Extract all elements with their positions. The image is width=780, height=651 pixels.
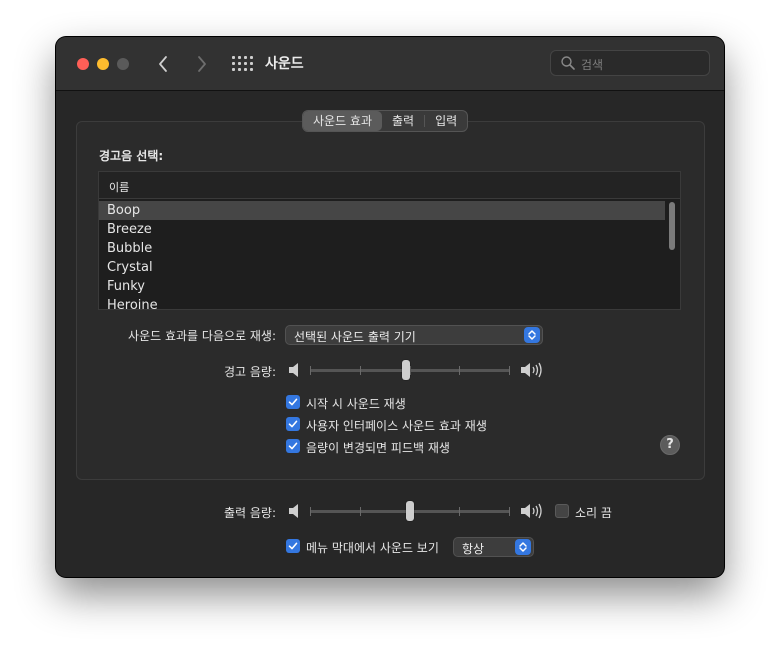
output-volume-slider[interactable] bbox=[310, 501, 510, 521]
list-item[interactable]: Funky bbox=[99, 277, 665, 296]
sound-preferences-window: 사운드 검색 사운드 효과 출력 입력 경고음 선택: 이름 Boop Bree… bbox=[56, 37, 724, 577]
checkmark-icon bbox=[288, 442, 298, 450]
checkmark-icon bbox=[288, 398, 298, 406]
search-field[interactable]: 검색 bbox=[550, 50, 710, 76]
tab-sound-effects[interactable]: 사운드 효과 bbox=[303, 111, 383, 131]
slider-tick bbox=[360, 366, 361, 375]
tab-input[interactable]: 입력 bbox=[425, 111, 467, 131]
alert-volume-label: 경고 음량: bbox=[223, 365, 276, 379]
checkmark-icon bbox=[288, 542, 298, 550]
ui-sound-effects-checkbox[interactable] bbox=[286, 417, 300, 431]
slider-knob[interactable] bbox=[402, 360, 410, 380]
ui-sound-effects-label: 사용자 인터페이스 사운드 효과 재생 bbox=[306, 419, 487, 433]
tab-output[interactable]: 출력 bbox=[382, 111, 424, 131]
alert-volume-slider[interactable] bbox=[310, 360, 510, 380]
search-icon bbox=[561, 56, 575, 70]
list-item-label: Bubble bbox=[107, 241, 153, 256]
forward-chevron-icon[interactable] bbox=[189, 51, 213, 77]
volume-feedback-label: 음량이 변경되면 피드백 재생 bbox=[306, 441, 450, 455]
list-item[interactable]: Breeze bbox=[99, 220, 665, 239]
slider-tick bbox=[459, 366, 460, 375]
list-item-label: Heroine bbox=[107, 298, 158, 310]
column-header-name: 이름 bbox=[109, 181, 130, 194]
popup-arrows-icon bbox=[515, 539, 531, 555]
checkmark-icon bbox=[288, 420, 298, 428]
show-in-menu-bar-label: 메뉴 막대에서 사운드 보기 bbox=[306, 541, 439, 555]
list-item-label: Boop bbox=[107, 203, 141, 218]
play-through-popup[interactable]: 선택된 사운드 출력 기기 bbox=[285, 325, 543, 345]
search-placeholder: 검색 bbox=[581, 58, 604, 72]
close-button[interactable] bbox=[77, 58, 89, 70]
speaker-high-icon bbox=[521, 503, 542, 519]
menu-bar-visibility-value: 항상 bbox=[462, 542, 485, 556]
list-item[interactable]: Crystal bbox=[99, 258, 665, 277]
help-icon[interactable]: ? bbox=[660, 435, 680, 455]
list-item[interactable]: Bubble bbox=[99, 239, 665, 258]
slider-tick bbox=[310, 366, 311, 375]
slider-tick bbox=[459, 507, 460, 516]
startup-sound-checkbox[interactable] bbox=[286, 395, 300, 409]
slider-knob[interactable] bbox=[406, 501, 414, 521]
play-through-value: 선택된 사운드 출력 기기 bbox=[294, 330, 416, 344]
mute-checkbox[interactable] bbox=[555, 504, 569, 518]
speaker-low-icon bbox=[289, 363, 298, 377]
slider-tick bbox=[310, 507, 311, 516]
minimize-button[interactable] bbox=[97, 58, 109, 70]
alert-sound-heading: 경고음 선택: bbox=[99, 149, 164, 163]
title-bar: 사운드 검색 bbox=[56, 37, 724, 91]
menu-bar-visibility-popup[interactable]: 항상 bbox=[453, 537, 534, 557]
tab-bar: 사운드 효과 출력 입력 bbox=[302, 110, 469, 132]
output-volume-label: 출력 음량: bbox=[223, 506, 276, 520]
slider-tick bbox=[410, 366, 411, 375]
slider-tick bbox=[509, 366, 510, 375]
speaker-high-icon bbox=[521, 362, 542, 378]
alert-sound-list[interactable]: 이름 Boop Breeze Bubble Crystal Funky Hero… bbox=[98, 171, 681, 310]
mute-label: 소리 끔 bbox=[575, 506, 612, 520]
slider-tick bbox=[509, 507, 510, 516]
list-header[interactable]: 이름 bbox=[99, 172, 680, 199]
list-item[interactable]: Heroine bbox=[99, 296, 665, 310]
slider-tick bbox=[360, 507, 361, 516]
popup-arrows-icon bbox=[524, 327, 540, 343]
startup-sound-label: 시작 시 사운드 재생 bbox=[306, 397, 406, 411]
volume-feedback-checkbox[interactable] bbox=[286, 439, 300, 453]
list-item-label: Breeze bbox=[107, 222, 152, 237]
list-item[interactable]: Boop bbox=[99, 201, 665, 220]
show-in-menu-bar-checkbox[interactable] bbox=[286, 539, 300, 553]
list-item-label: Funky bbox=[107, 279, 146, 294]
grid-icon[interactable] bbox=[232, 56, 253, 72]
window-title: 사운드 bbox=[265, 56, 304, 72]
list-item-label: Crystal bbox=[107, 260, 153, 275]
speaker-low-icon bbox=[289, 504, 298, 518]
zoom-button[interactable] bbox=[117, 58, 129, 70]
play-through-label: 사운드 효과를 다음으로 재생: bbox=[128, 329, 276, 343]
list-scroll-thumb[interactable] bbox=[669, 202, 675, 250]
back-chevron-icon[interactable] bbox=[152, 51, 176, 77]
